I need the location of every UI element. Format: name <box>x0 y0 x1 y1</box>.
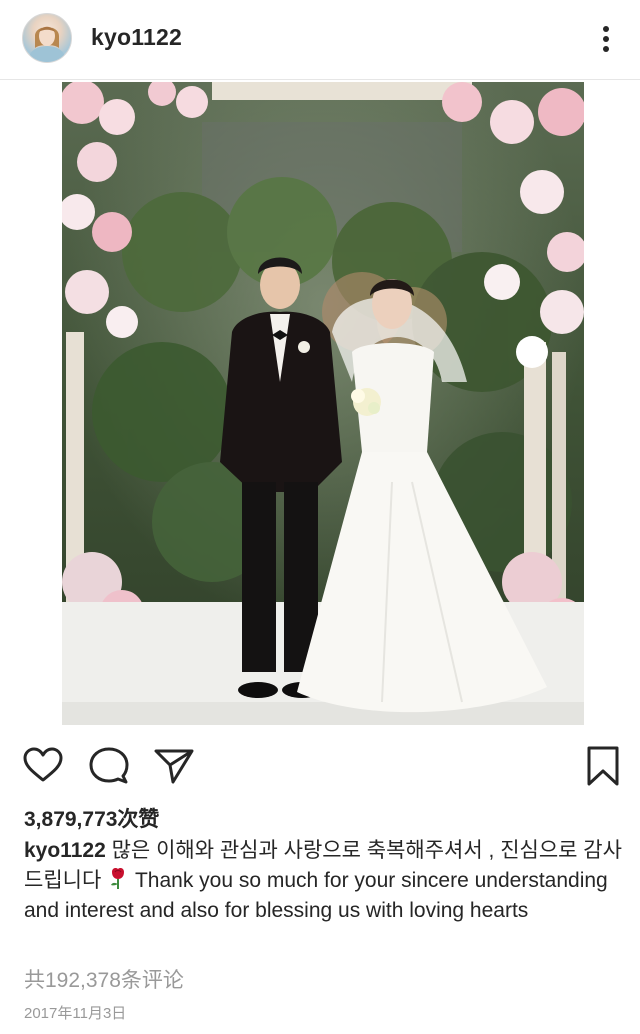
post-date: 2017年11月3日 <box>24 1005 127 1022</box>
view-comments-link[interactable]: 共192,378条评论 <box>24 964 184 994</box>
comment-button[interactable] <box>87 744 131 788</box>
like-button[interactable] <box>21 744 65 788</box>
post-username[interactable]: kyo1122 <box>91 24 182 51</box>
heart-icon <box>23 747 63 782</box>
avatar[interactable] <box>22 13 72 63</box>
save-button[interactable] <box>581 744 625 788</box>
post-caption: kyo1122 많은 이해와 관심과 사랑으로 축복해주셔서 , 진심으로 감사… <box>24 836 624 926</box>
more-vertical-icon <box>603 26 609 52</box>
wedding-photo-image <box>62 82 584 725</box>
post-actions <box>0 740 640 794</box>
share-button[interactable] <box>152 744 196 788</box>
post-photo[interactable] <box>62 82 584 725</box>
bookmark-icon <box>587 746 619 786</box>
comment-icon <box>89 747 129 784</box>
likes-count[interactable]: 3,879,773次赞 <box>24 803 159 833</box>
send-icon <box>154 749 194 784</box>
caption-username[interactable]: kyo1122 <box>24 839 106 862</box>
more-options-button[interactable] <box>592 22 620 56</box>
avatar-portrait-icon <box>29 26 65 62</box>
post-header: kyo1122 <box>0 0 640 80</box>
rose-icon <box>107 866 129 890</box>
